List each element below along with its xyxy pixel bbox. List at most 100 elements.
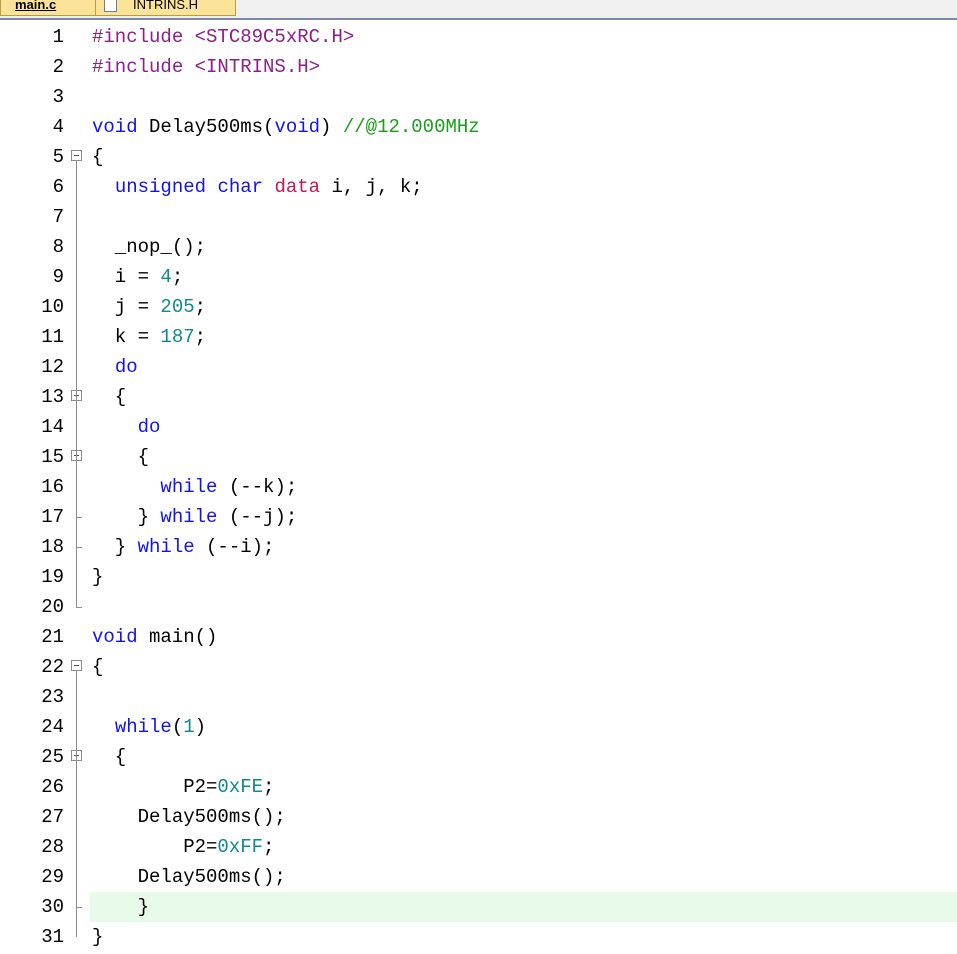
code-token: 1 [183,716,195,738]
code-token: void [92,626,138,648]
line-number: 11 [41,326,64,348]
line-number: 12 [41,356,64,378]
line-number: 30 [41,896,64,918]
line-number: 2 [52,56,64,78]
code-token: ( [171,716,184,738]
line-number: 4 [52,116,64,138]
code-token: i = [92,266,161,288]
code-text: while(1) [92,712,206,742]
gutter-cell: 2 [0,52,90,82]
fold-end-tick [76,907,82,908]
code-token: ) [320,116,343,138]
code-text: { [92,442,149,472]
code-line[interactable]: 8 _nop_(); [0,232,957,262]
code-text: { [92,652,103,682]
code-line[interactable]: 27 Delay500ms(); [0,802,957,832]
code-line[interactable]: 5{ [0,142,957,172]
line-number: 18 [41,536,64,558]
code-token: 205 [160,296,195,318]
code-token: } [92,896,150,918]
code-line[interactable]: 1 #include <STC89C5xRC.H> [0,22,957,52]
tab-label: main.c [15,0,57,12]
line-number: 22 [41,656,64,678]
code-line[interactable]: 13 { [0,382,957,412]
code-line[interactable]: 17 } while (--j); [0,502,957,532]
line-number: 15 [41,446,64,468]
code-line[interactable]: 22 { [0,652,957,682]
code-token: ; [194,296,207,318]
code-text: void main() [92,622,217,652]
code-token: (--i); [194,536,275,558]
line-number: 10 [41,296,64,318]
line-number: 28 [41,836,64,858]
code-token: do [137,416,161,438]
code-line[interactable]: 7 [0,202,957,232]
code-line[interactable]: 28 P2=0xFF; [0,832,957,862]
code-line[interactable]: 6 unsigned char data i, j, k; [0,172,957,202]
code-text: { [92,742,126,772]
line-number: 27 [41,806,64,828]
code-line[interactable]: 18 } while (--i); [0,532,957,562]
code-line[interactable]: 15 { [0,442,957,472]
code-line[interactable]: 2 #include <INTRINS.H> [0,52,957,82]
code-token: } [92,926,104,948]
fold-collapse-icon[interactable] [71,660,82,671]
code-token: #include <STC89C5xRC.H> [92,26,355,48]
code-line[interactable]: 19} [0,562,957,592]
line-number: 20 [41,596,64,618]
code-token: { [92,146,104,168]
code-line[interactable]: 25 { [0,742,957,772]
code-line[interactable]: 26 P2=0xFE; [0,772,957,802]
line-number: 1 [52,26,64,48]
code-line[interactable]: 11 k = 187; [0,322,957,352]
code-text: do [92,412,161,442]
code-token: while [160,506,218,528]
file-tab-bar: main.c INTRINS.H [0,0,957,20]
code-line[interactable]: 21 void main() [0,622,957,652]
code-text: } [92,892,149,922]
code-token: void [274,116,321,138]
code-text: } [92,922,103,952]
fold-end-tick [76,517,82,518]
code-line[interactable]: 31} [0,922,957,952]
code-token: P2= [92,836,218,858]
code-line[interactable]: 10 j = 205; [0,292,957,322]
code-line[interactable]: 9 i = 4; [0,262,957,292]
code-token: #include <INTRINS.H> [92,56,321,78]
code-token: j = [92,296,161,318]
line-number: 29 [41,866,64,888]
code-token: _nop_(); [92,236,207,258]
fold-collapse-icon[interactable] [71,150,82,161]
code-line[interactable]: 12 do [0,352,957,382]
line-number: 14 [41,416,64,438]
code-line[interactable]: 29 Delay500ms(); [0,862,957,892]
code-line[interactable]: 16 while (--k); [0,472,957,502]
code-line[interactable]: 14 do [0,412,957,442]
code-text: #include <STC89C5xRC.H> [92,22,354,52]
code-text: } [92,562,103,592]
line-number: 9 [52,266,64,288]
line-number: 26 [41,776,64,798]
code-text: Delay500ms(); [92,862,286,892]
code-line[interactable]: 4 void Delay500ms(void) //@12.000MHz [0,112,957,142]
code-line[interactable]: 20 [0,592,957,622]
code-token: { [92,746,127,768]
code-line[interactable]: 3 [0,82,957,112]
code-token: main() [137,626,218,648]
code-line[interactable]: 23 [0,682,957,712]
tab-intrins-h[interactable]: INTRINS.H [96,0,236,16]
tab-main-c[interactable]: main.c [0,0,96,16]
code-editor[interactable]: 1 #include <STC89C5xRC.H> 2 #include <INTRI… [0,20,957,954]
code-token: void [92,116,138,138]
code-text: Delay500ms(); [92,802,286,832]
code-token: } [92,536,138,558]
gutter-cell: 3 [0,82,90,112]
code-line[interactable]: 24 while(1) [0,712,957,742]
code-line[interactable]: 30 } [0,892,957,922]
code-text: { [92,382,126,412]
code-token: { [92,446,150,468]
